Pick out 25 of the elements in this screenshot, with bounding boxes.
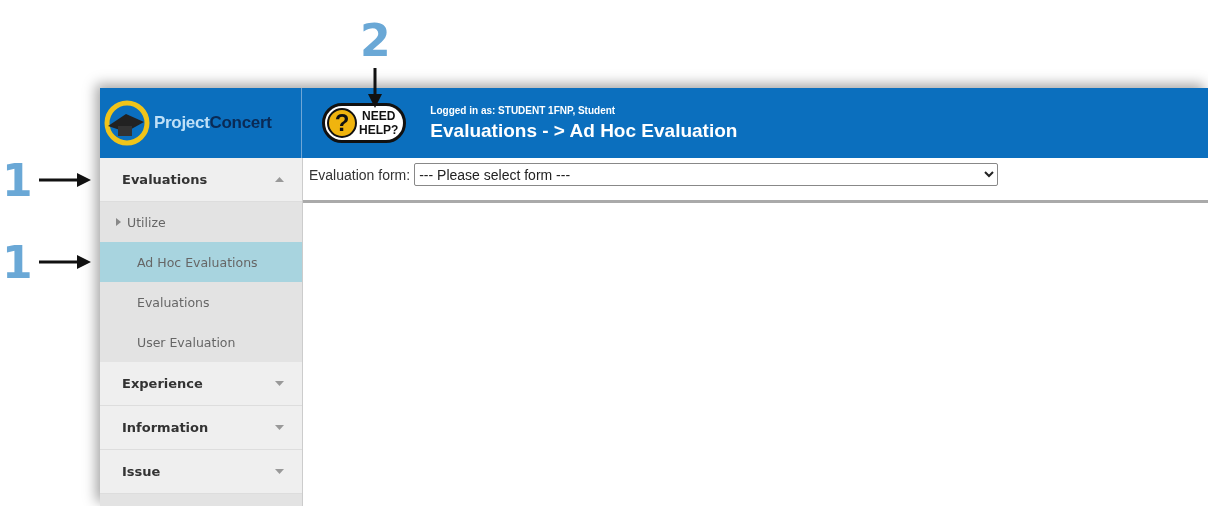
form-select[interactable]: --- Please select form --- — [414, 163, 999, 186]
triangle-icon — [116, 218, 121, 226]
sidebar-group[interactable]: Evaluations — [100, 158, 302, 202]
sidebar-item[interactable]: Utilize — [100, 202, 302, 242]
logged-in-text: Logged in as: STUDENT 1FNP, Student — [430, 104, 617, 116]
page-title: Evaluations - > Ad Hoc Evaluation — [430, 119, 738, 142]
sidebar-group[interactable]: Issue — [100, 450, 302, 494]
arrow-icon — [38, 173, 91, 187]
arrow-icon — [38, 255, 91, 269]
caret-down-icon — [275, 469, 284, 474]
sidebar-item[interactable]: User Evaluation — [100, 322, 302, 362]
sidebar-item[interactable]: Evaluations — [100, 282, 302, 322]
callout-number: 1 — [2, 236, 33, 288]
logo-text: ProjectConcert — [154, 113, 272, 133]
callout-number: 2 — [360, 15, 391, 66]
sidebar-group[interactable]: Information — [100, 406, 302, 450]
sidebar-item[interactable]: Ad Hoc Evaluations — [100, 242, 302, 282]
field-label: Evaluation form: — [309, 166, 411, 183]
sidebar-group[interactable]: Experience — [100, 362, 302, 406]
caret-down-icon — [275, 425, 284, 430]
callout-number: 1 — [2, 154, 33, 206]
caret-down-icon — [275, 381, 284, 386]
caret-up-icon — [275, 177, 284, 182]
arrow-icon — [368, 68, 383, 108]
graduation-cap-logo-icon — [104, 100, 150, 146]
